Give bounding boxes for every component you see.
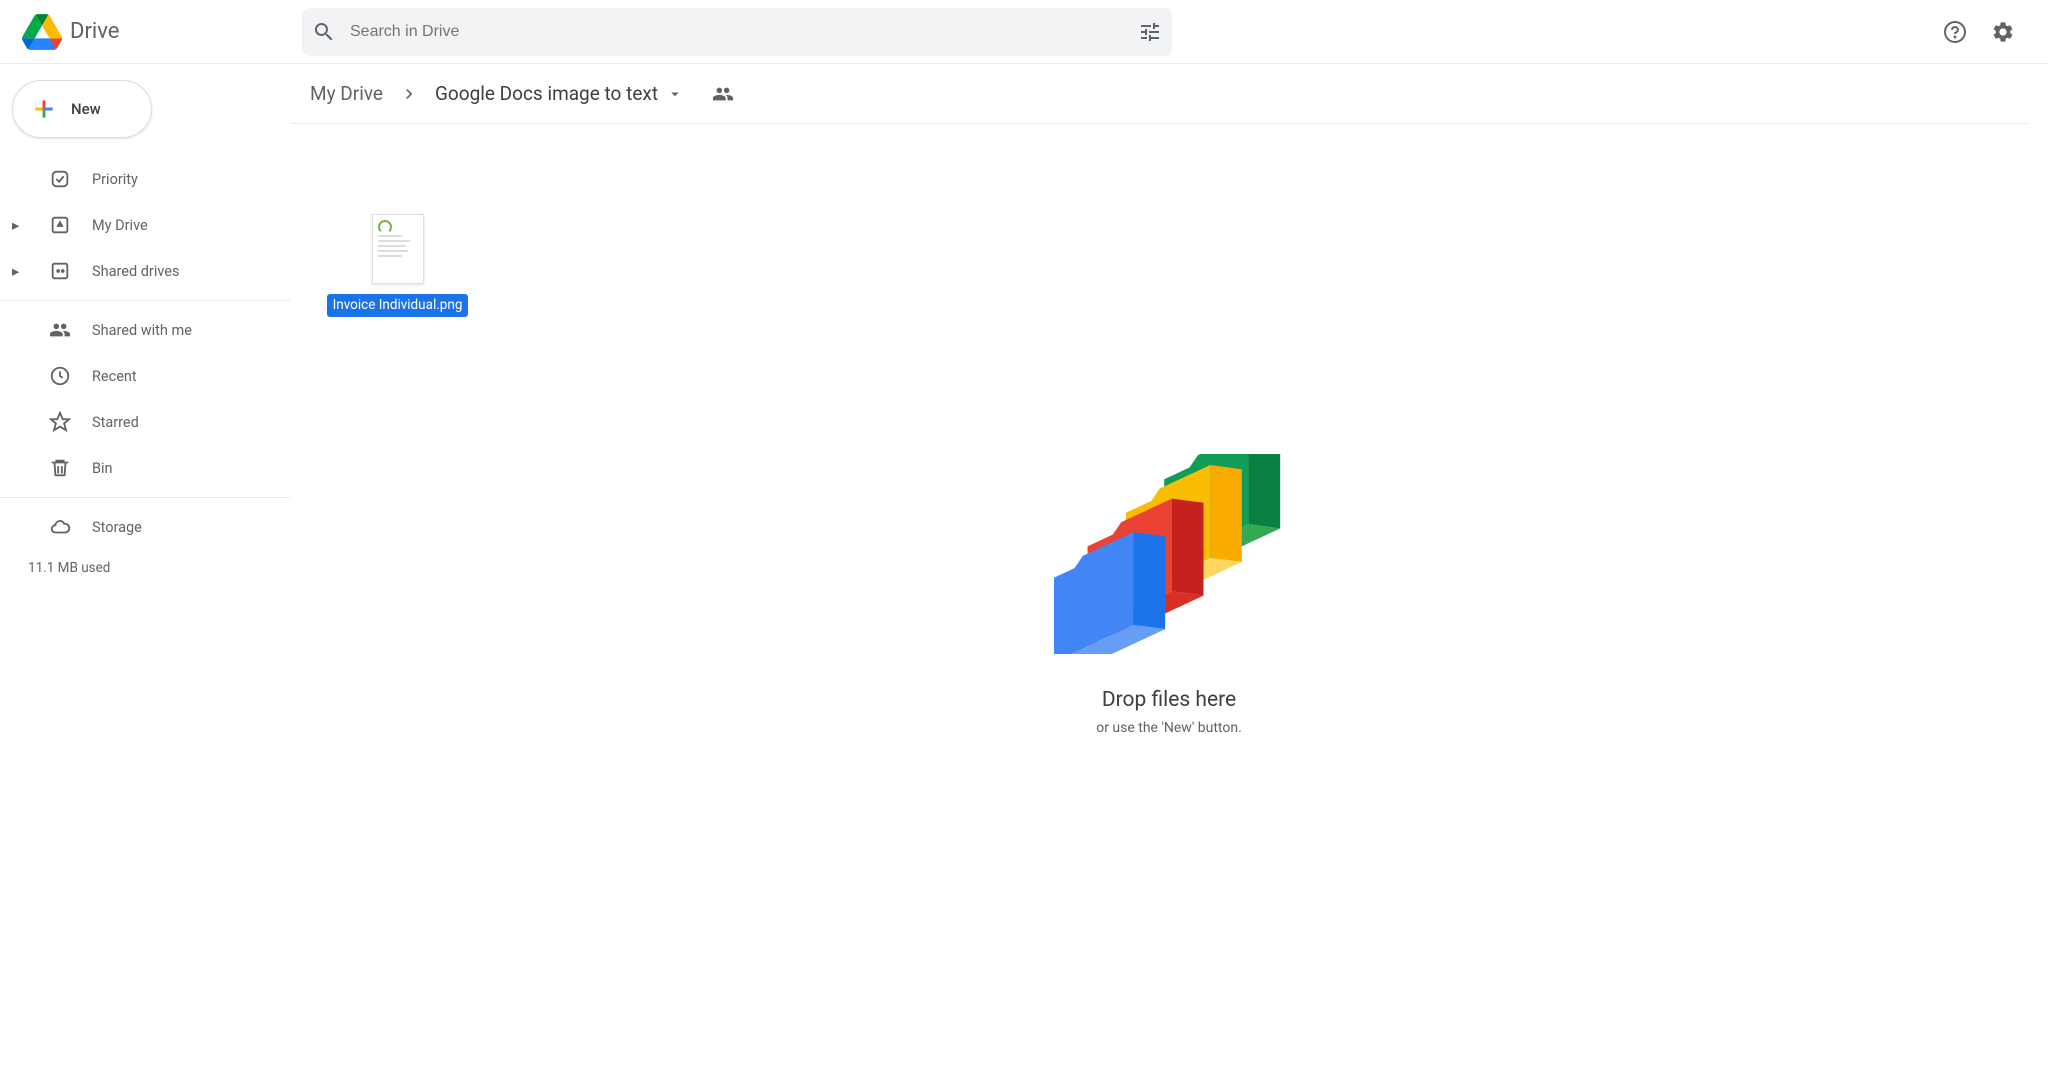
- sidebar-item-storage[interactable]: Storage: [0, 504, 290, 550]
- cloud-icon: [48, 516, 72, 538]
- mydrive-icon: [48, 214, 72, 236]
- search-icon: [312, 20, 336, 44]
- nav-label: Bin: [92, 460, 113, 477]
- nav-label: Shared drives: [92, 263, 179, 280]
- storage-used-text: 11.1 MB used: [0, 560, 290, 576]
- help-icon: [1943, 20, 1967, 44]
- breadcrumb: My Drive Google Docs image to text: [290, 64, 2028, 124]
- header: Drive: [0, 0, 2048, 64]
- file-thumbnail: [372, 214, 424, 284]
- file-name: Invoice Individual.png: [327, 294, 469, 317]
- chevron-right-icon: ▸: [12, 217, 28, 234]
- plus-icon: [31, 96, 57, 122]
- shareddrives-icon: [48, 260, 72, 282]
- shared-icon: [48, 319, 72, 341]
- search-bar[interactable]: [302, 8, 1172, 56]
- star-icon: [48, 411, 72, 433]
- chevron-right-icon: ▸: [12, 263, 28, 280]
- nav-label: Recent: [92, 368, 137, 385]
- search-input[interactable]: [350, 23, 1138, 41]
- folders-illustration: [1054, 454, 1284, 654]
- main-content: My Drive Google Docs image to text: [290, 64, 2048, 1065]
- gear-icon: [1991, 20, 2015, 44]
- nav-label: Shared with me: [92, 322, 192, 339]
- drive-logo-icon: [22, 12, 62, 52]
- sidebar-item-mydrive[interactable]: ▸ My Drive: [0, 202, 290, 248]
- nav-label: Starred: [92, 414, 139, 431]
- nav-label: Storage: [92, 519, 142, 536]
- nav-label: My Drive: [92, 217, 148, 234]
- header-actions: [1934, 11, 2036, 53]
- dropzone-subtitle: or use the 'New' button.: [1054, 720, 1284, 736]
- new-button[interactable]: New: [12, 80, 152, 138]
- nav-label: Priority: [92, 171, 138, 188]
- sidebar-item-starred[interactable]: Starred: [0, 399, 290, 445]
- help-button[interactable]: [1934, 11, 1976, 53]
- people-icon[interactable]: [712, 83, 734, 105]
- new-button-label: New: [71, 100, 101, 118]
- sidebar-item-priority[interactable]: Priority: [0, 156, 290, 202]
- dropzone-title: Drop files here: [1054, 688, 1284, 712]
- sidebar-item-shareddrives[interactable]: ▸ Shared drives: [0, 248, 290, 294]
- sidebar-item-bin[interactable]: Bin: [0, 445, 290, 491]
- chevron-down-icon: [666, 85, 684, 103]
- trash-icon: [48, 457, 72, 479]
- settings-button[interactable]: [1982, 11, 2024, 53]
- sidebar: New Priority ▸ My Drive: [0, 64, 290, 1065]
- chevron-right-icon: [399, 84, 419, 104]
- logo-section[interactable]: Drive: [12, 12, 292, 52]
- breadcrumb-root[interactable]: My Drive: [310, 82, 383, 105]
- priority-icon: [48, 168, 72, 190]
- tune-icon[interactable]: [1138, 20, 1162, 44]
- sidebar-item-shared[interactable]: Shared with me: [0, 307, 290, 353]
- dropzone[interactable]: Drop files here or use the 'New' button.: [1054, 454, 1284, 736]
- breadcrumb-current[interactable]: Google Docs image to text: [435, 82, 684, 105]
- sidebar-item-recent[interactable]: Recent: [0, 353, 290, 399]
- app-name: Drive: [70, 19, 119, 44]
- clock-icon: [48, 365, 72, 387]
- file-item[interactable]: Invoice Individual.png: [320, 214, 475, 317]
